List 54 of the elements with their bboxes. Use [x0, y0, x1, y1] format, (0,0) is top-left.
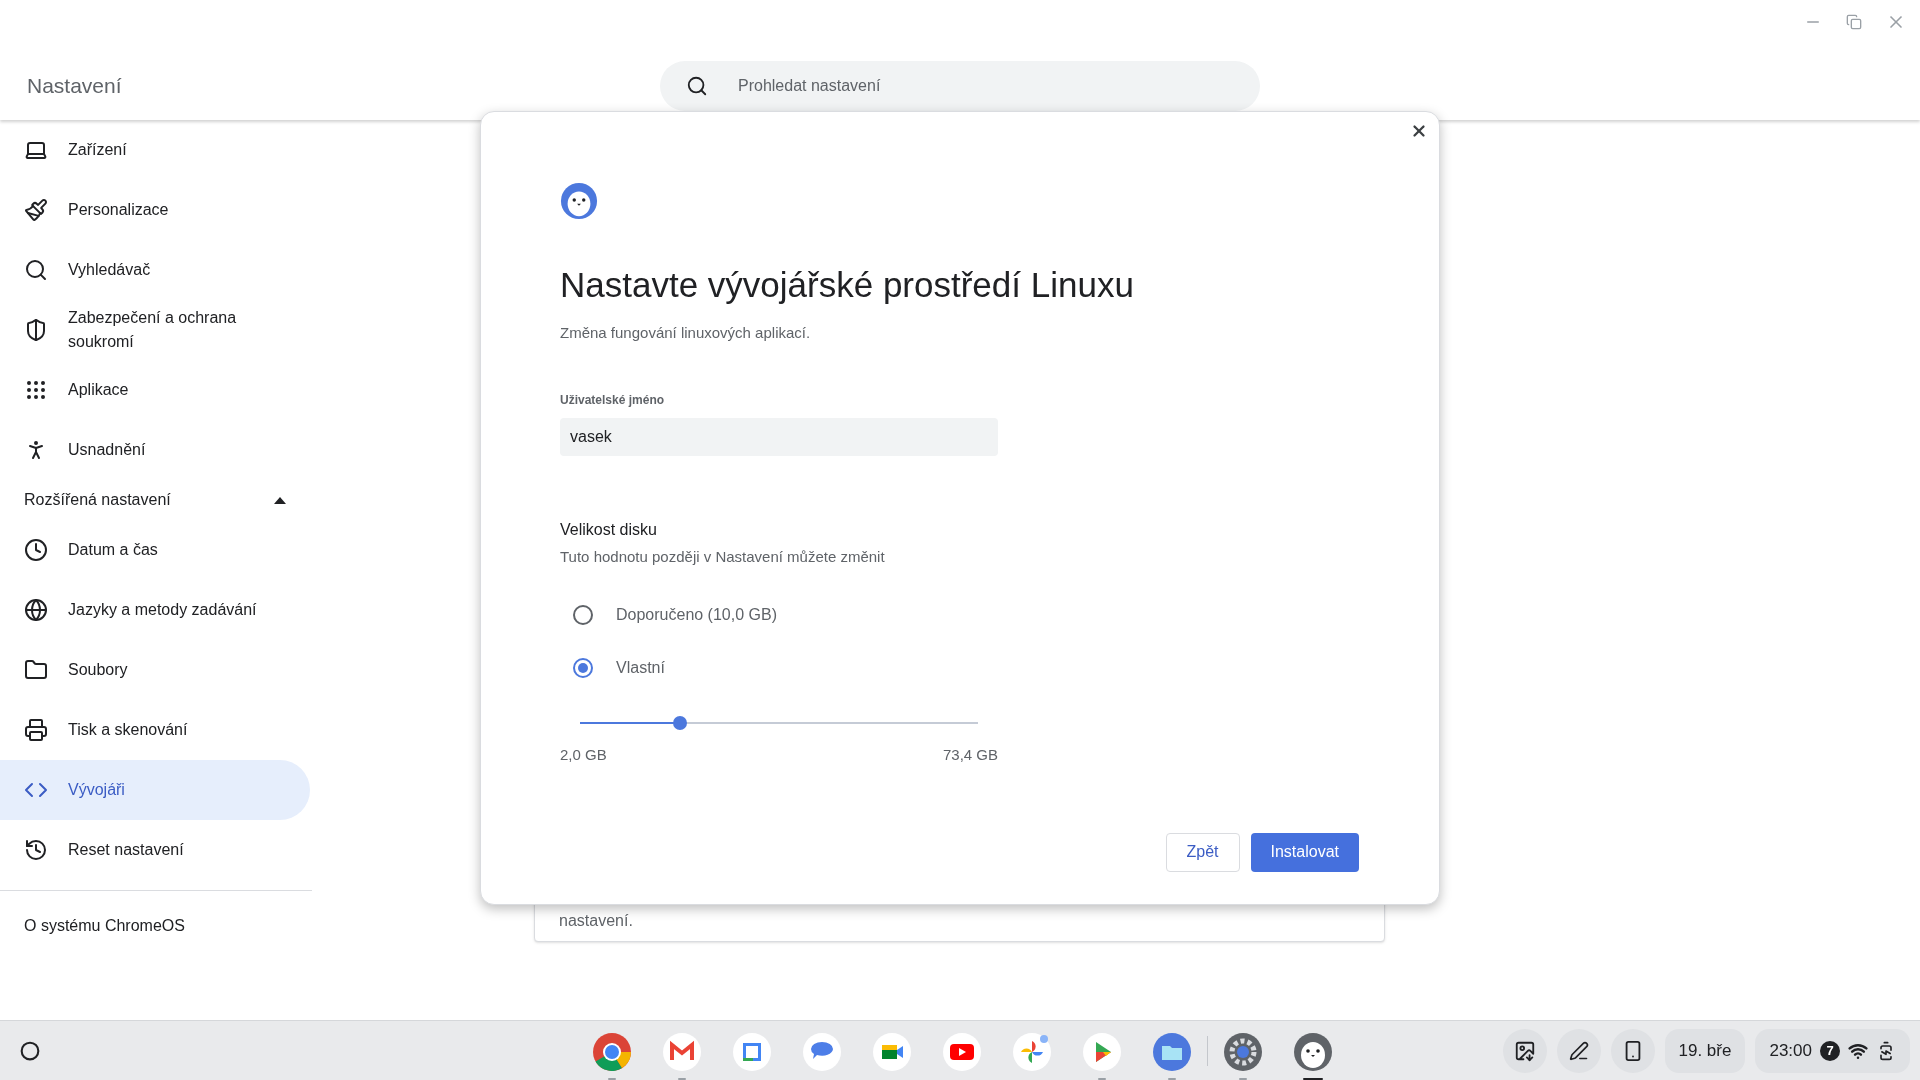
pen-icon	[1568, 1040, 1589, 1061]
status-area[interactable]: 23:00 7	[1755, 1028, 1910, 1073]
printer-icon	[24, 718, 48, 742]
card-text: nastavení.	[559, 911, 633, 931]
image-download-icon	[1513, 1039, 1536, 1062]
radio-button[interactable]	[573, 604, 593, 625]
sidebar-item[interactable]: Vývojáři	[0, 760, 310, 820]
radio-button[interactable]	[573, 657, 593, 678]
shield-icon	[24, 318, 48, 342]
close-icon[interactable]	[1410, 122, 1428, 140]
sidebar-item[interactable]: Reset nastavení	[0, 820, 310, 880]
sidebar-item[interactable]: Tisk a skenování	[0, 700, 310, 760]
folder-icon	[24, 658, 48, 682]
section-hint: Tuto hodnotu později v Nastavení můžete změnit	[560, 546, 886, 567]
sidebar-item[interactable]: Aplikace	[0, 360, 310, 420]
sidebar-item[interactable]: Datum a čas	[0, 520, 310, 580]
field-label: Uživatelské jméno	[560, 391, 666, 409]
install-button[interactable]: Instalovat	[1250, 832, 1359, 872]
date-button[interactable]: 19. bře	[1664, 1028, 1746, 1073]
sidebar-item[interactable]: Usnadnění	[0, 420, 310, 480]
dialog-subtitle: Změna fungování linuxových aplikací.	[560, 323, 812, 343]
notification-count: 7	[1820, 1040, 1840, 1061]
sidebar-item[interactable]: Personalizace	[0, 180, 310, 240]
dialog-title: Nastavte vývojářské prostředí Linuxu	[560, 264, 1135, 306]
grid-icon	[24, 378, 48, 402]
sidebar-item[interactable]: Zařízení	[0, 120, 310, 180]
restore-icon[interactable]	[1846, 14, 1862, 30]
penguin	[1293, 1031, 1333, 1072]
radio-label[interactable]: Vlastní	[616, 655, 665, 680]
app-title: Nastavení	[27, 73, 123, 100]
username-field[interactable]: vasek	[560, 417, 998, 456]
sidebar-item[interactable]: Jazyky a metody zadávání	[0, 580, 310, 640]
back-button[interactable]: Zpět	[1165, 832, 1240, 872]
search-field[interactable]: Prohledat nastavení	[660, 61, 1260, 111]
search-icon	[686, 75, 708, 97]
advanced-section-header[interactable]: Rozšířená nastavení	[0, 480, 310, 520]
section-title: Velikost disku	[560, 519, 658, 540]
max-size-label: 73,4 GB	[942, 745, 998, 765]
clock-icon	[24, 538, 48, 562]
radio-label[interactable]: Doporučeno (10,0 GB)	[616, 602, 777, 627]
sidebar-item[interactable]: Zabezpečení a ochrana soukromí	[0, 300, 310, 360]
penguin-icon	[560, 182, 598, 220]
sidebar-item[interactable]: Soubory	[0, 640, 310, 700]
sidebar-link[interactable]: O systému ChromeOS	[24, 914, 185, 938]
caret-icon	[274, 496, 286, 504]
min-size-label: 2,0 GB	[560, 745, 607, 765]
disk-size-slider[interactable]	[580, 716, 978, 730]
brush-icon	[24, 198, 48, 222]
search-icon	[24, 258, 48, 282]
reset-icon	[24, 838, 48, 862]
launcher-icon[interactable]	[20, 1040, 40, 1061]
sidebar-item[interactable]: Vyhledávač	[0, 240, 310, 300]
globe-icon	[24, 598, 48, 622]
clock-time: 23:00	[1769, 1039, 1812, 1062]
